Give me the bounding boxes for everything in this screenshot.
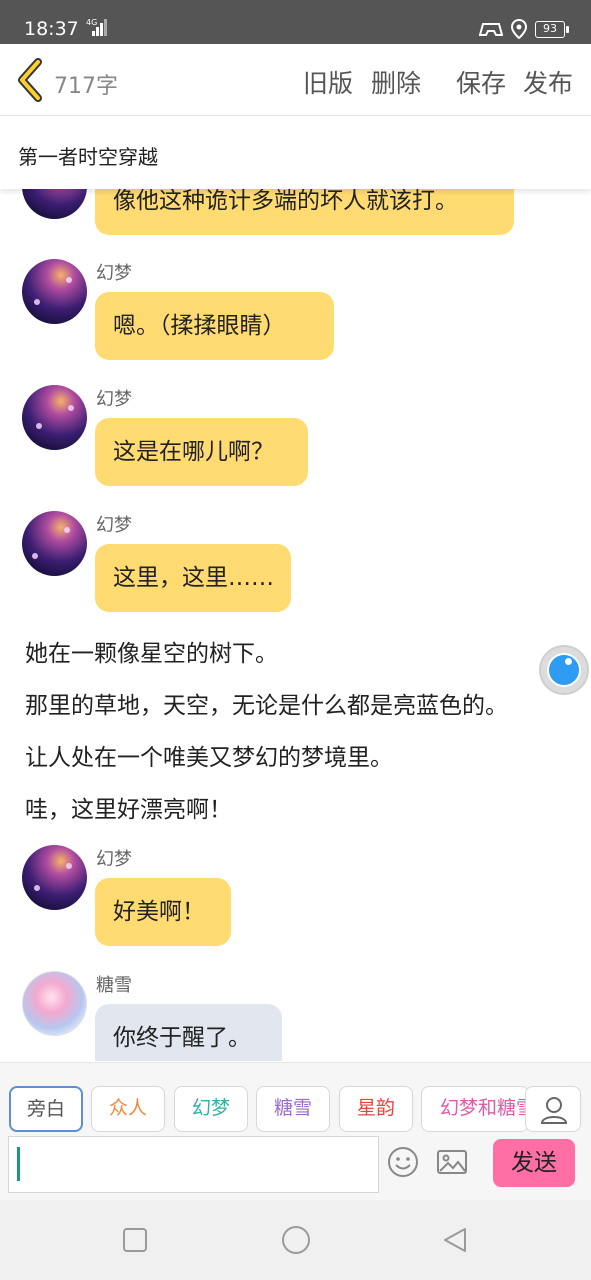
composer: 旁白 众人 幻梦 糖雪 星韵 幻梦和糖雪 发送 (0, 1062, 591, 1200)
avatar[interactable] (22, 845, 87, 910)
story-title: 第一者时空穿越 (18, 145, 158, 169)
avatar[interactable] (22, 385, 87, 450)
send-button[interactable]: 发送 (493, 1139, 575, 1187)
word-count: 717字 (54, 74, 118, 99)
role-chip-label: 星韵 (356, 1097, 395, 1119)
game-controller-icon (479, 23, 503, 36)
save-button[interactable]: 保存 (456, 64, 506, 100)
message-bubble[interactable]: 你终于醒了。 (95, 1004, 282, 1061)
status-time: 18:37 (24, 18, 79, 40)
manage-roles-button[interactable] (525, 1086, 581, 1132)
avatar[interactable] (22, 189, 87, 219)
message-bubble[interactable]: 这是在哪儿啊？ (95, 418, 308, 486)
message-bubble[interactable]: 这里，这里…… (95, 544, 291, 612)
status-bar: 18:37 4G 93 (0, 0, 591, 44)
role-chip-label: 幻梦 (191, 1097, 230, 1119)
message-input[interactable] (8, 1136, 379, 1193)
delete-button[interactable]: 删除 (371, 64, 421, 100)
narration-text[interactable]: 哇，这里好漂亮啊！ (25, 790, 232, 824)
role-chip-xingyun[interactable]: 星韵 (339, 1086, 413, 1132)
back-icon[interactable] (441, 1226, 469, 1254)
message-bubble[interactable]: 嗯。（揉揉眼睛） (95, 292, 334, 360)
emoji-icon[interactable] (386, 1145, 420, 1179)
text-caret (17, 1147, 20, 1181)
role-chip-huanmeng[interactable]: 幻梦 (174, 1086, 248, 1132)
sender-name: 糖雪 (96, 975, 132, 996)
system-nav-bar (0, 1200, 591, 1280)
role-chip-tangxue[interactable]: 糖雪 (256, 1086, 330, 1132)
role-chip-label: 幻梦和糖雪 (440, 1097, 529, 1119)
signal-icon: 4G (84, 18, 110, 38)
old-version-button[interactable]: 旧版 (303, 64, 353, 100)
role-chip-label: 糖雪 (273, 1097, 312, 1119)
avatar[interactable] (22, 259, 87, 324)
message-bubble[interactable]: 好美啊！ (95, 878, 231, 946)
narration-text[interactable]: 她在一颗像星空的树下。 (25, 634, 278, 668)
image-icon[interactable] (435, 1145, 469, 1179)
network-type: 4G (86, 18, 98, 27)
back-chevron-icon[interactable] (14, 58, 46, 102)
role-chip-label: 众人 (108, 1097, 147, 1119)
editor-header: 717字 旧版 删除 保存 发布 (0, 44, 591, 116)
avatar[interactable] (22, 971, 87, 1036)
message-bubble[interactable]: 像他这种诡计多端的坏人就该打。 (95, 189, 514, 235)
location-icon (511, 19, 527, 39)
publish-button[interactable]: 发布 (523, 64, 573, 100)
role-chip-narrator[interactable]: 旁白 (9, 1086, 83, 1132)
home-icon[interactable] (280, 1224, 312, 1256)
user-icon (540, 1097, 568, 1124)
story-title-bar[interactable]: 第一者时空穿越 (0, 117, 591, 189)
narration-text[interactable]: 让人处在一个唯美又梦幻的梦境里。 (25, 738, 393, 772)
avatar[interactable] (22, 511, 87, 576)
chat-area[interactable]: 像他这种诡计多端的坏人就该打。 幻梦 嗯。（揉揉眼睛） 幻梦 这是在哪儿啊？ 幻… (0, 189, 591, 1061)
battery-icon: 93 (535, 20, 569, 38)
sender-name: 幻梦 (96, 849, 132, 870)
role-chip-crowd[interactable]: 众人 (91, 1086, 165, 1132)
sender-name: 幻梦 (96, 389, 132, 410)
role-chip-label: 旁白 (26, 1098, 65, 1120)
sender-name: 幻梦 (96, 263, 132, 284)
sender-name: 幻梦 (96, 515, 132, 536)
role-chip-huanmeng-and-tangxue[interactable]: 幻梦和糖雪 (421, 1086, 529, 1132)
floating-assist-button[interactable] (539, 645, 589, 695)
narration-text[interactable]: 那里的草地，天空，无论是什么都是亮蓝色的。 (25, 686, 508, 720)
recent-apps-icon[interactable] (121, 1226, 149, 1254)
